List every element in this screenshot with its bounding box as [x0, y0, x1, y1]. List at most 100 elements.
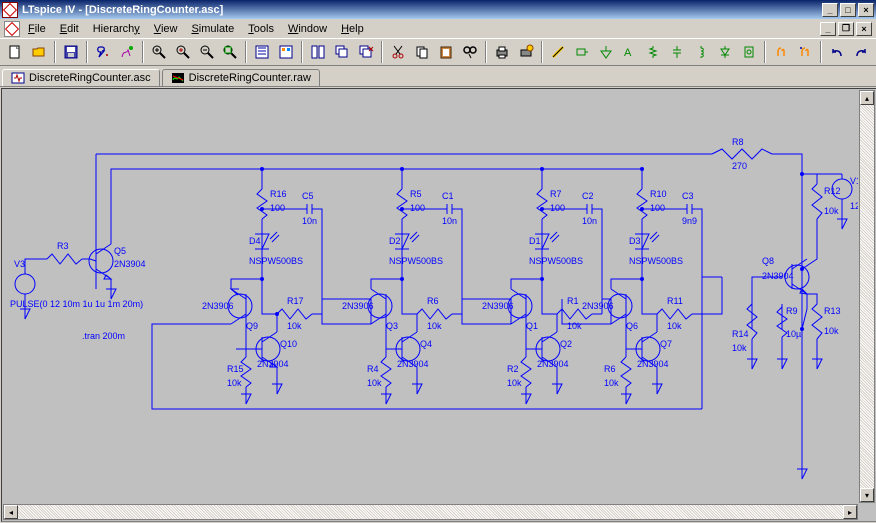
waveform-icon	[171, 72, 185, 84]
svg-text:R6: R6	[604, 364, 616, 374]
svg-text:Q1: Q1	[526, 321, 538, 331]
vertical-scrollbar[interactable]: ▴ ▾	[859, 90, 875, 503]
svg-text:2N3906: 2N3906	[202, 301, 234, 311]
svg-text:C3: C3	[682, 191, 694, 201]
scroll-down-button[interactable]: ▾	[860, 488, 874, 502]
svg-text:100: 100	[550, 203, 565, 213]
mdi-restore-button[interactable]: ❐	[838, 22, 854, 36]
svg-text:Q7: Q7	[660, 339, 672, 349]
menu-help[interactable]: Help	[335, 21, 370, 37]
tab-label: DiscreteRingCounter.raw	[189, 72, 311, 84]
menu-simulate[interactable]: Simulate	[185, 21, 240, 37]
copy-button[interactable]	[411, 41, 433, 63]
redo-button[interactable]	[850, 41, 872, 63]
net-label-button[interactable]	[571, 41, 593, 63]
place-inductor-button[interactable]	[690, 41, 712, 63]
close-win-button[interactable]	[355, 41, 377, 63]
svg-text:Q9: Q9	[246, 321, 258, 331]
svg-text:D2: D2	[389, 236, 401, 246]
place-diode-button[interactable]	[714, 41, 736, 63]
zoom-area-button[interactable]	[148, 41, 170, 63]
tab-schematic[interactable]: DiscreteRingCounter.asc	[2, 69, 160, 86]
svg-text:10k: 10k	[427, 321, 442, 331]
place-resistor-button[interactable]	[643, 41, 665, 63]
svg-text:100: 100	[270, 203, 285, 213]
svg-text:PULSE(0 12 10m 1u 1u 1m 20m): PULSE(0 12 10m 1u 1u 1m 20m)	[10, 299, 143, 309]
horizontal-scrollbar[interactable]: ◂ ▸	[3, 504, 858, 520]
cascade-button[interactable]	[331, 41, 353, 63]
svg-text:NSPW500BS: NSPW500BS	[629, 256, 683, 266]
control-panel-button[interactable]	[275, 41, 297, 63]
svg-text:10k: 10k	[227, 378, 242, 388]
svg-text:Q5: Q5	[114, 246, 126, 256]
window-minimize-button[interactable]: _	[822, 3, 838, 17]
svg-text:2N3904: 2N3904	[637, 359, 669, 369]
label-button[interactable]: A	[619, 41, 641, 63]
svg-text:10n: 10n	[302, 216, 317, 226]
scroll-up-button[interactable]: ▴	[860, 91, 874, 105]
tile-button[interactable]	[307, 41, 329, 63]
zoom-back-button[interactable]	[196, 41, 218, 63]
document-tabbar: DiscreteRingCounter.asc DiscreteRingCoun…	[0, 66, 876, 87]
svg-text:R6: R6	[427, 296, 439, 306]
svg-text:2N3904: 2N3904	[257, 359, 289, 369]
svg-text:R16: R16	[270, 189, 287, 199]
window-titlebar: LTspice IV - [DiscreteRingCounter.asc] _…	[0, 0, 876, 19]
mdi-minimize-button[interactable]: _	[820, 22, 836, 36]
svg-text:NSPW500BS: NSPW500BS	[529, 256, 583, 266]
find-button[interactable]	[459, 41, 481, 63]
svg-text:R5: R5	[410, 189, 422, 199]
zoom-fit-button[interactable]	[220, 41, 242, 63]
menu-tools[interactable]: Tools	[242, 21, 280, 37]
print-button[interactable]	[491, 41, 513, 63]
svg-text:10k: 10k	[604, 378, 619, 388]
mdi-app-icon[interactable]	[4, 21, 20, 37]
svg-text:R11: R11	[667, 296, 683, 306]
menubar: File Edit Hierarchy View Simulate Tools …	[0, 19, 876, 38]
scroll-left-button[interactable]: ◂	[4, 505, 18, 519]
scroll-right-button[interactable]: ▸	[843, 505, 857, 519]
svg-text:9n9: 9n9	[682, 216, 697, 226]
tab-waveform[interactable]: DiscreteRingCounter.raw	[162, 69, 320, 86]
draw-wire-button[interactable]	[547, 41, 569, 63]
open-button[interactable]	[28, 41, 50, 63]
window-maximize-button[interactable]: □	[840, 3, 856, 17]
new-schematic-button[interactable]	[4, 41, 26, 63]
place-component-button[interactable]	[738, 41, 760, 63]
move-button[interactable]	[770, 41, 792, 63]
svg-text:Q8: Q8	[762, 256, 774, 266]
svg-text:10k: 10k	[287, 321, 302, 331]
drag-button[interactable]	[794, 41, 816, 63]
undo-button[interactable]	[826, 41, 848, 63]
autorange-button[interactable]	[251, 41, 273, 63]
svg-text:NSPW500BS: NSPW500BS	[389, 256, 443, 266]
svg-text:R7: R7	[550, 189, 562, 199]
svg-text:10n: 10n	[582, 216, 597, 226]
place-ground-button[interactable]	[595, 41, 617, 63]
paste-button[interactable]	[435, 41, 457, 63]
mdi-close-button[interactable]: ×	[856, 22, 872, 36]
window-close-button[interactable]: ×	[858, 3, 874, 17]
menu-edit[interactable]: Edit	[54, 21, 85, 37]
toolbar: A	[0, 38, 876, 66]
setup-button[interactable]	[515, 41, 537, 63]
halt-button[interactable]	[116, 41, 138, 63]
menu-view[interactable]: View	[148, 21, 184, 37]
svg-text:Q4: Q4	[420, 339, 432, 349]
svg-text:10k: 10k	[507, 378, 522, 388]
run-button[interactable]	[92, 41, 114, 63]
svg-text:2N3906: 2N3906	[342, 301, 374, 311]
cut-button[interactable]	[387, 41, 409, 63]
menu-window[interactable]: Window	[282, 21, 333, 37]
svg-text:V1: V1	[850, 176, 858, 186]
svg-text:R12: R12	[824, 186, 841, 196]
menu-hierarchy[interactable]: Hierarchy	[87, 21, 146, 37]
schematic-canvas[interactable]: R8 270 V1 12 R12 10k Q8 2N3904 R13 10k R…	[1, 88, 876, 522]
svg-text:R14: R14	[732, 329, 749, 339]
tab-label: DiscreteRingCounter.asc	[29, 72, 151, 84]
save-button[interactable]	[60, 41, 82, 63]
pan-button[interactable]	[172, 41, 194, 63]
svg-text:10k: 10k	[732, 343, 747, 353]
menu-file[interactable]: File	[22, 21, 52, 37]
place-capacitor-button[interactable]	[666, 41, 688, 63]
